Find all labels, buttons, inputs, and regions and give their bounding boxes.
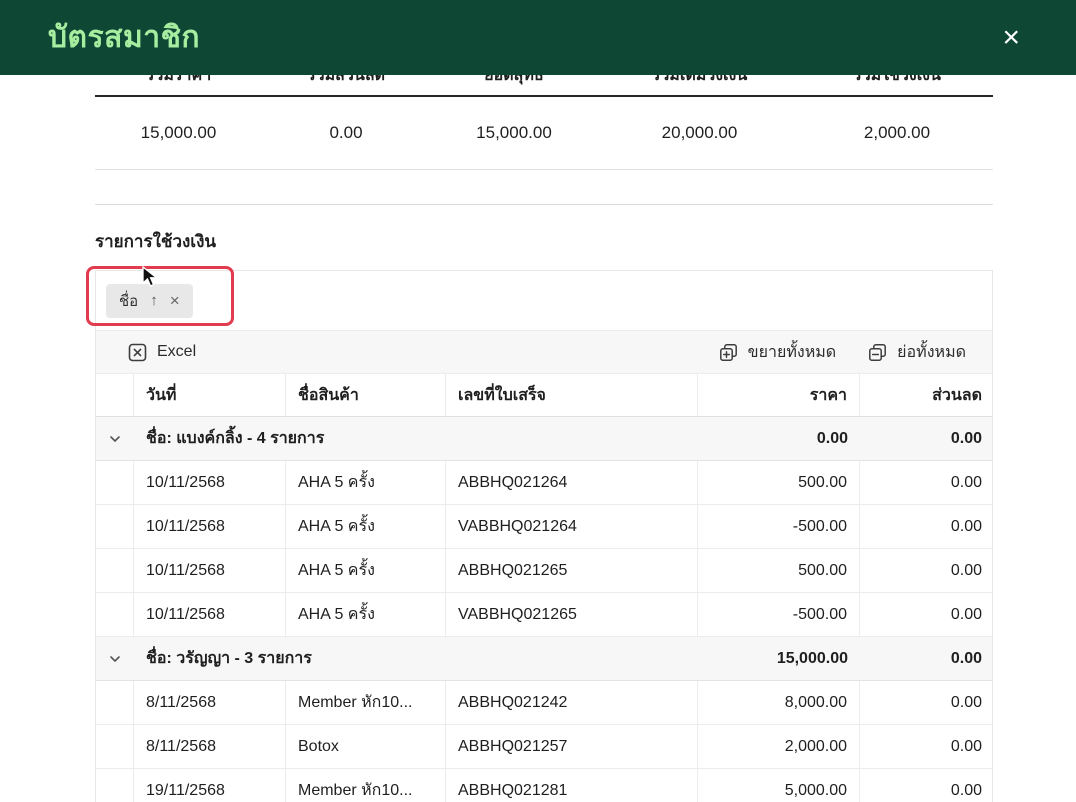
filter-chip-label: ชื่อ <box>119 289 138 313</box>
row-spacer <box>96 549 134 592</box>
group-label: ชื่อ: วรัญญา - 3 รายการ <box>134 637 698 680</box>
cell-discount: 0.00 <box>860 681 994 724</box>
cell-discount: 0.00 <box>860 769 994 802</box>
table-row: 19/11/2568 Member หัก10... ABBHQ021281 5… <box>96 769 992 802</box>
cell-discount: 0.00 <box>860 505 994 548</box>
modal-header: บัตรสมาชิก × <box>0 0 1076 75</box>
cell-date: 19/11/2568 <box>134 769 286 802</box>
cell-product: AHA 5 ครั้ง <box>286 593 446 636</box>
expand-all-icon <box>719 343 738 362</box>
cell-price: 2,000.00 <box>698 725 860 768</box>
member-card-modal: รวมราคา รวมส่วนลด ยอดสุทธิ รวมเต็มวงเงิน… <box>0 0 1076 802</box>
column-header-discount[interactable]: ส่วนลด <box>860 374 994 416</box>
table-row: 10/11/2568 AHA 5 ครั้ง VABBHQ021265 -500… <box>96 593 992 637</box>
usage-panel: ชื่อ ↑ × Excel <box>95 270 993 802</box>
group-discount-total: 0.00 <box>860 637 994 680</box>
summary-value-net: 15,000.00 <box>430 123 598 143</box>
modal-title: บัตรสมาชิก <box>48 14 200 61</box>
cell-price: 8,000.00 <box>698 681 860 724</box>
cell-date: 8/11/2568 <box>134 681 286 724</box>
table-header-row: วันที่ ชื่อสินค้า เลขที่ใบเสร็จ ราคา ส่ว… <box>96 374 992 417</box>
table-row: 10/11/2568 AHA 5 ครั้ง ABBHQ021264 500.0… <box>96 461 992 505</box>
filter-chip[interactable]: ชื่อ ↑ × <box>106 284 193 318</box>
row-spacer <box>96 593 134 636</box>
group-row: ชื่อ: แบงค์กลิ้ง - 4 รายการ 0.00 0.00 <box>96 417 992 461</box>
expand-all-button[interactable]: ขยายทั้งหมด <box>719 340 837 365</box>
row-spacer <box>96 505 134 548</box>
cell-price: -500.00 <box>698 505 860 548</box>
cell-receipt: ABBHQ021242 <box>446 681 698 724</box>
chevron-down-icon[interactable] <box>96 417 134 460</box>
table-row: 8/11/2568 Botox ABBHQ021257 2,000.00 0.0… <box>96 725 992 769</box>
summary-value-total-price: 15,000.00 <box>95 123 262 143</box>
table-row: 10/11/2568 AHA 5 ครั้ง ABBHQ021265 500.0… <box>96 549 992 593</box>
collapse-all-icon <box>868 343 887 362</box>
cell-product: AHA 5 ครั้ง <box>286 549 446 592</box>
excel-button[interactable]: Excel <box>128 343 196 362</box>
summary-value-used-limit: 2,000.00 <box>801 123 993 143</box>
group-row: ชื่อ: วรัญญา - 3 รายการ 15,000.00 0.00 <box>96 637 992 681</box>
summary-value-total-limit: 20,000.00 <box>598 123 801 143</box>
row-spacer <box>96 461 134 504</box>
section-divider <box>95 204 993 205</box>
table-row: 10/11/2568 AHA 5 ครั้ง VABBHQ021264 -500… <box>96 505 992 549</box>
grid-toolbar: Excel ขยายทั้งหมด <box>96 330 992 374</box>
close-icon[interactable]: × <box>1002 23 1020 53</box>
chevron-column-spacer <box>96 374 134 416</box>
cell-price: 500.00 <box>698 549 860 592</box>
row-spacer <box>96 681 134 724</box>
cell-product: Botox <box>286 725 446 768</box>
collapse-all-button[interactable]: ย่อทั้งหมด <box>868 340 966 365</box>
cell-date: 10/11/2568 <box>134 593 286 636</box>
sort-asc-icon[interactable]: ↑ <box>150 292 158 309</box>
cell-receipt: VABBHQ021265 <box>446 593 698 636</box>
column-header-product[interactable]: ชื่อสินค้า <box>286 374 446 416</box>
expand-all-label: ขยายทั้งหมด <box>748 340 837 365</box>
cell-date: 10/11/2568 <box>134 461 286 504</box>
cell-price: 500.00 <box>698 461 860 504</box>
chevron-down-icon[interactable] <box>96 637 134 680</box>
column-header-date[interactable]: วันที่ <box>134 374 286 416</box>
collapse-all-label: ย่อทั้งหมด <box>897 340 966 365</box>
summary-value-total-discount: 0.00 <box>262 123 430 143</box>
groupby-chip-row: ชื่อ ↑ × <box>96 271 992 330</box>
group-price-total: 0.00 <box>698 417 860 460</box>
cell-product: Member หัก10... <box>286 769 446 802</box>
cell-discount: 0.00 <box>860 725 994 768</box>
section-title: รายการใช้วงเงิน <box>95 232 993 252</box>
chip-remove-icon[interactable]: × <box>170 292 180 309</box>
cell-date: 10/11/2568 <box>134 505 286 548</box>
toolbar-right-group: ขยายทั้งหมด ย่อทั้งหมด <box>719 340 966 365</box>
cell-product: Member หัก10... <box>286 681 446 724</box>
row-spacer <box>96 725 134 768</box>
cell-receipt: VABBHQ021264 <box>446 505 698 548</box>
summary-values-row: 15,000.00 0.00 15,000.00 20,000.00 2,000… <box>95 97 993 170</box>
column-header-price[interactable]: ราคา <box>698 374 860 416</box>
group-label: ชื่อ: แบงค์กลิ้ง - 4 รายการ <box>134 417 698 460</box>
group-price-total: 15,000.00 <box>698 637 860 680</box>
cell-receipt: ABBHQ021281 <box>446 769 698 802</box>
cell-discount: 0.00 <box>860 549 994 592</box>
excel-icon <box>128 343 147 362</box>
modal-content: รวมราคา รวมส่วนลด ยอดสุทธิ รวมเต็มวงเงิน… <box>95 0 993 802</box>
cell-receipt: ABBHQ021265 <box>446 549 698 592</box>
cell-product: AHA 5 ครั้ง <box>286 505 446 548</box>
cell-receipt: ABBHQ021257 <box>446 725 698 768</box>
row-spacer <box>96 769 134 802</box>
cell-discount: 0.00 <box>860 593 994 636</box>
excel-button-label: Excel <box>157 343 196 361</box>
cell-date: 10/11/2568 <box>134 549 286 592</box>
cell-product: AHA 5 ครั้ง <box>286 461 446 504</box>
table-row: 8/11/2568 Member หัก10... ABBHQ021242 8,… <box>96 681 992 725</box>
cell-price: 5,000.00 <box>698 769 860 802</box>
cell-date: 8/11/2568 <box>134 725 286 768</box>
group-discount-total: 0.00 <box>860 417 994 460</box>
cell-receipt: ABBHQ021264 <box>446 461 698 504</box>
column-header-receipt[interactable]: เลขที่ใบเสร็จ <box>446 374 698 416</box>
cell-discount: 0.00 <box>860 461 994 504</box>
cell-price: -500.00 <box>698 593 860 636</box>
